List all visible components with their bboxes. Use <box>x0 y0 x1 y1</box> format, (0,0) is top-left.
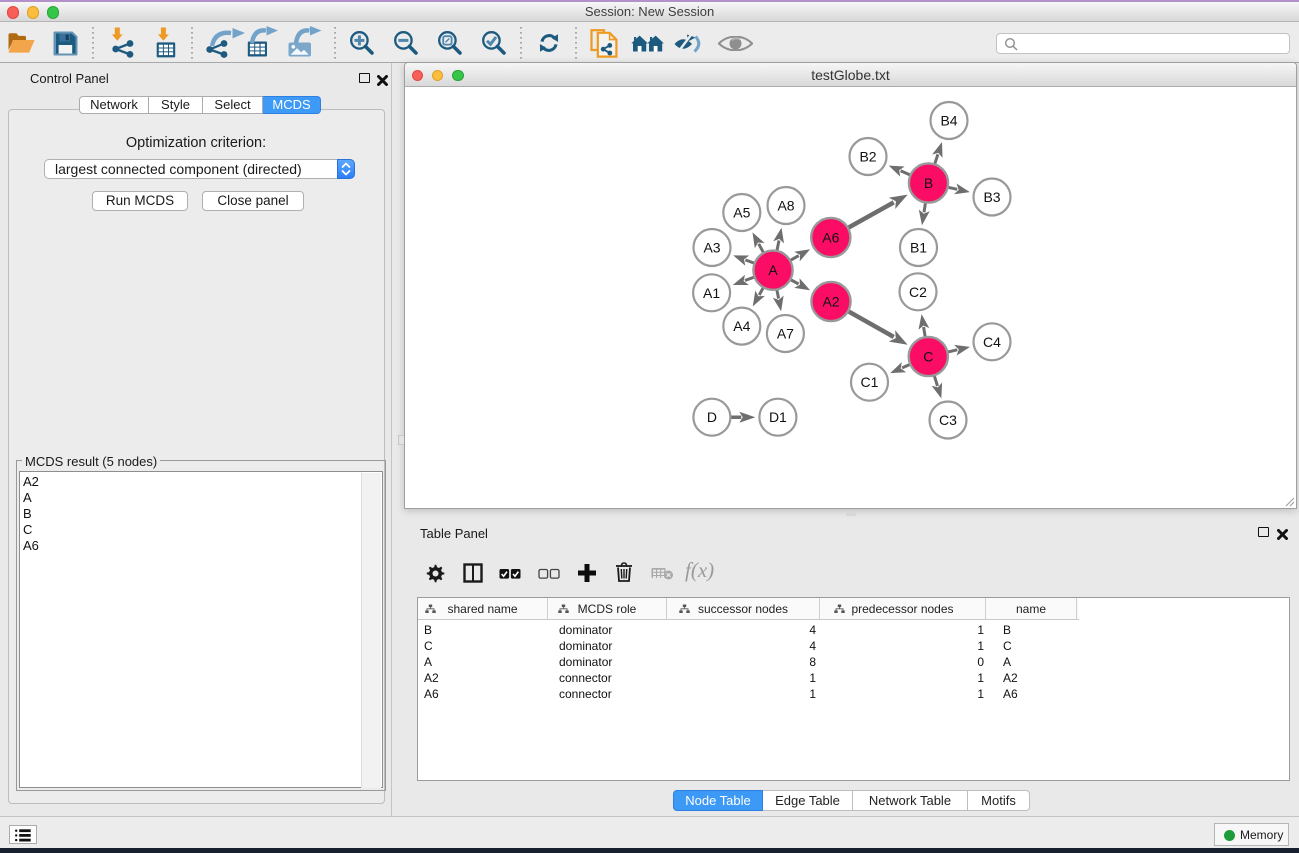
svg-text:A1: A1 <box>703 285 720 301</box>
svg-text:D1: D1 <box>769 409 787 425</box>
svg-text:A2: A2 <box>822 294 839 310</box>
svg-text:C2: C2 <box>909 284 927 300</box>
svg-text:C1: C1 <box>861 374 879 390</box>
svg-text:A4: A4 <box>733 318 750 334</box>
svg-text:C: C <box>923 349 933 365</box>
svg-text:B3: B3 <box>983 189 1000 205</box>
svg-text:A8: A8 <box>777 198 794 214</box>
svg-text:C4: C4 <box>983 334 1001 350</box>
svg-text:B2: B2 <box>859 149 876 165</box>
svg-text:A5: A5 <box>733 205 750 221</box>
svg-text:B: B <box>924 175 933 191</box>
svg-text:C3: C3 <box>939 412 957 428</box>
svg-text:A7: A7 <box>777 326 794 342</box>
svg-text:A3: A3 <box>703 240 720 256</box>
svg-text:A: A <box>768 262 778 278</box>
svg-text:B1: B1 <box>910 240 927 256</box>
svg-text:B4: B4 <box>940 113 957 129</box>
svg-text:A6: A6 <box>822 230 839 246</box>
svg-text:D: D <box>707 409 717 425</box>
